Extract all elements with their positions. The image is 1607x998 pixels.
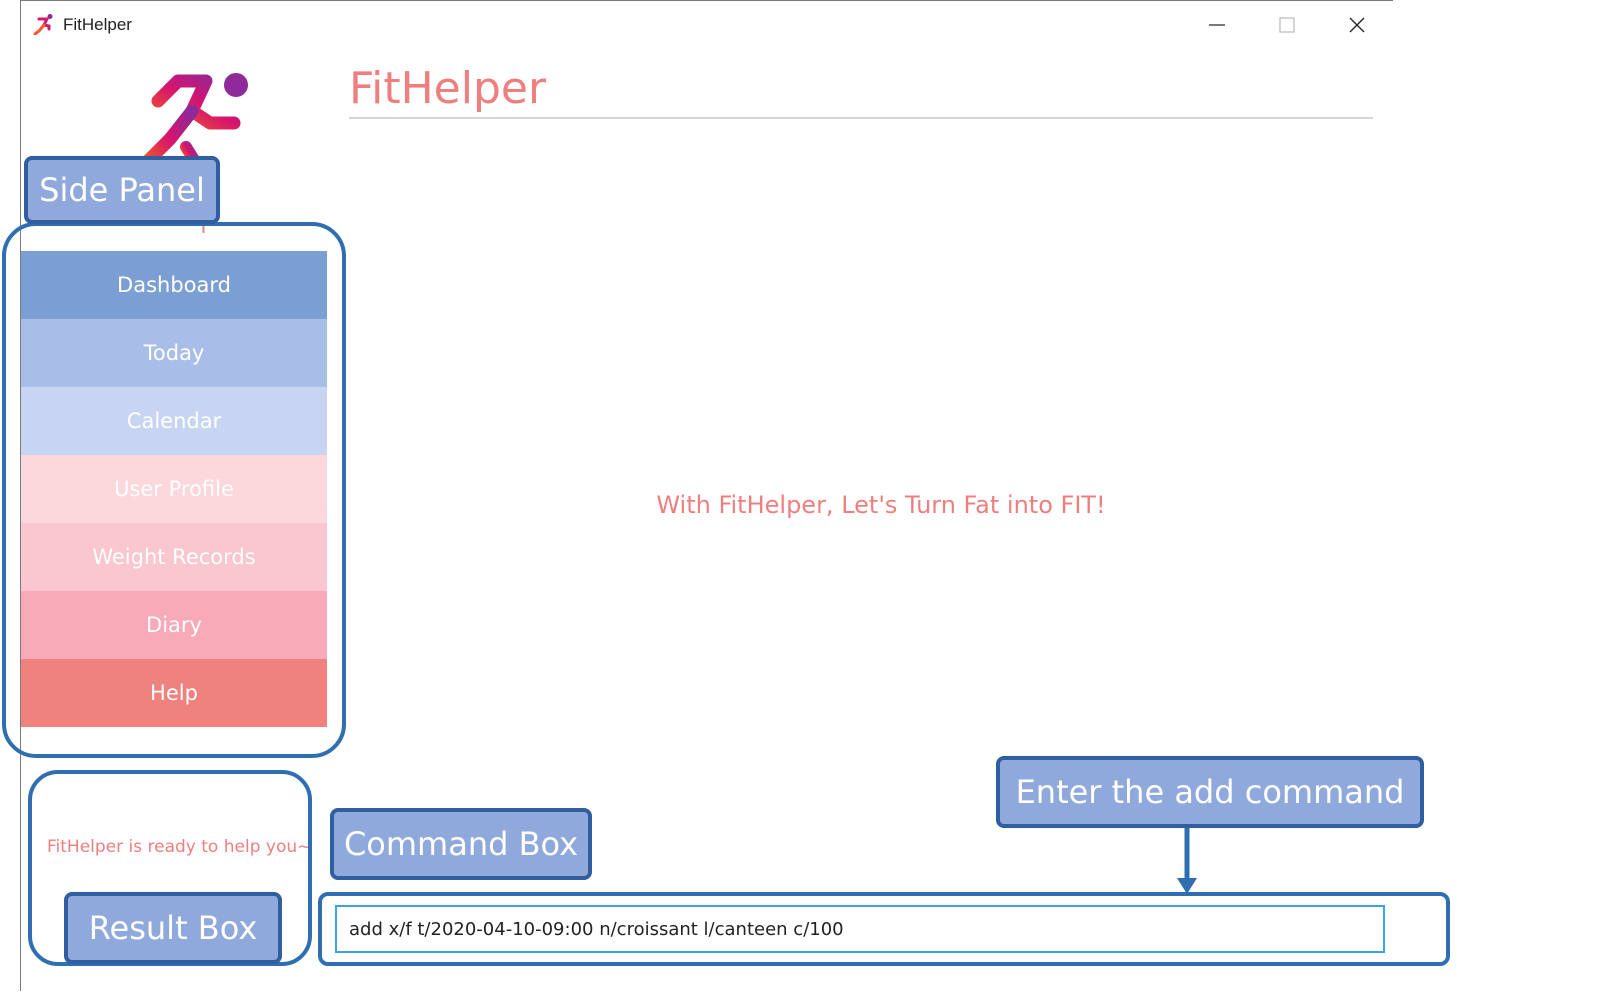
result-box-callout: Result Box [64, 892, 282, 964]
close-button[interactable] [1335, 11, 1379, 39]
page-title: FitHelper [349, 63, 547, 114]
command-box-highlight [318, 892, 1450, 966]
close-icon [1349, 17, 1365, 33]
enter-command-callout-label: Enter the add command [1015, 773, 1405, 811]
enter-command-callout: Enter the add command [996, 756, 1424, 828]
down-arrow-icon [1176, 828, 1198, 898]
side-panel-highlight [2, 222, 346, 758]
window-title: FitHelper [63, 15, 132, 34]
header-divider [349, 117, 1373, 119]
command-box-callout-label: Command Box [343, 825, 579, 863]
command-box-callout: Command Box [330, 808, 592, 880]
maximize-button[interactable] [1265, 11, 1309, 39]
minimize-button[interactable] [1195, 11, 1239, 39]
welcome-slogan: With FitHelper, Let's Turn Fat into FIT! [656, 491, 1106, 519]
app-logo [126, 67, 266, 170]
running-man-icon [33, 13, 55, 36]
title-bar[interactable]: FitHelper [21, 1, 1393, 47]
minimize-icon [1209, 24, 1225, 26]
side-panel-callout: Side Panel [24, 156, 220, 224]
maximize-icon [1279, 17, 1295, 33]
result-box-callout-label: Result Box [88, 909, 258, 947]
side-panel-callout-label: Side Panel [39, 171, 205, 209]
